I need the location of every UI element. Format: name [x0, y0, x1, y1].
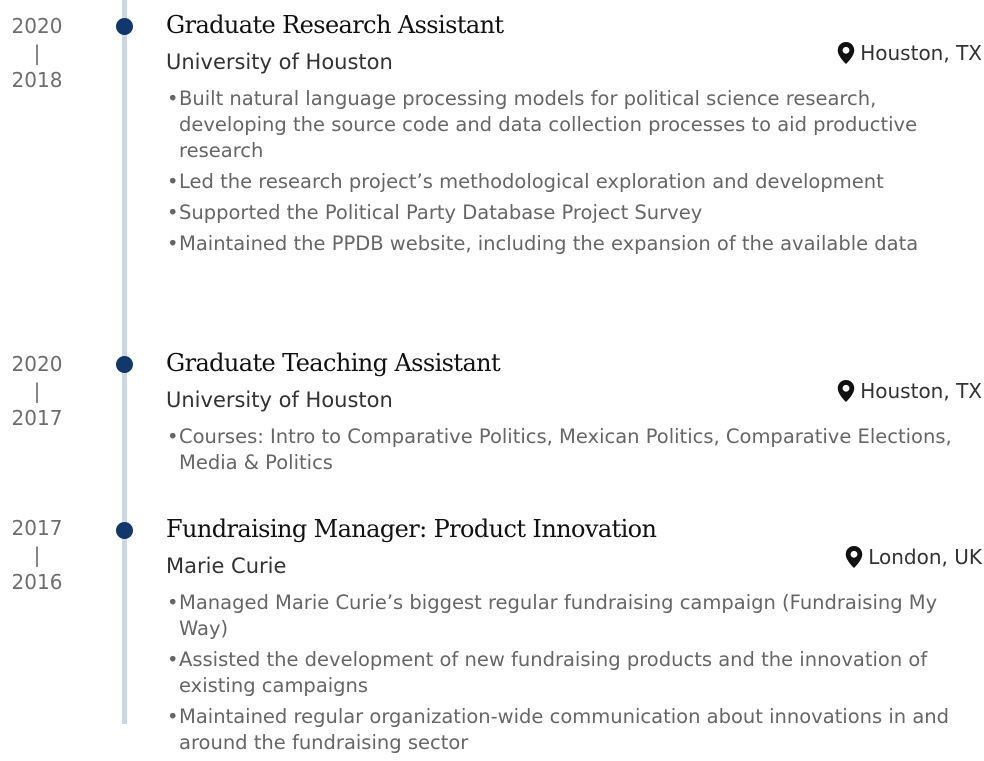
date-start: 2020 — [11, 352, 63, 376]
date-range: 2017 | 2016 — [0, 515, 74, 596]
organization: University of Houston — [166, 50, 393, 74]
bullet-list: Built natural language processing models… — [166, 86, 982, 262]
map-marker-icon — [845, 546, 863, 568]
date-start: 2017 — [11, 516, 63, 540]
job-title: Fundraising Manager: Product Innovation — [166, 515, 657, 543]
date-end: 2018 — [11, 68, 63, 92]
list-item: Assisted the development of new fundrais… — [166, 647, 982, 699]
list-item: Managed Marie Curie’s biggest regular fu… — [166, 590, 982, 642]
list-item: Courses: Intro to Comparative Politics, … — [166, 424, 982, 476]
list-item: Supported the Political Party Database P… — [166, 200, 982, 226]
timeline-dot — [116, 18, 133, 35]
job-title: Graduate Research Assistant — [166, 11, 504, 39]
location-text: London, UK — [868, 545, 982, 569]
location: London, UK — [845, 543, 982, 571]
date-end: 2016 — [11, 570, 63, 594]
list-item: Led the research project’s methodologica… — [166, 169, 982, 195]
date-separator: | — [33, 543, 41, 567]
date-end: 2017 — [11, 406, 63, 430]
date-start: 2020 — [11, 14, 63, 38]
map-marker-icon — [837, 42, 855, 64]
location: Houston, TX — [837, 377, 982, 405]
date-separator: | — [33, 41, 41, 65]
list-item: Maintained regular organization-wide com… — [166, 704, 982, 756]
location: Houston, TX — [837, 39, 982, 67]
date-separator: | — [33, 379, 41, 403]
bullet-list: Managed Marie Curie’s biggest regular fu… — [166, 590, 982, 761]
organization: Marie Curie — [166, 554, 287, 578]
timeline-dot — [116, 522, 133, 539]
job-title: Graduate Teaching Assistant — [166, 349, 501, 377]
date-range: 2020 | 2017 — [0, 351, 74, 432]
map-marker-icon — [837, 380, 855, 402]
location-text: Houston, TX — [860, 379, 982, 403]
timeline-dot — [116, 356, 133, 373]
location-text: Houston, TX — [860, 41, 982, 65]
date-range: 2020 | 2018 — [0, 13, 74, 94]
list-item: Built natural language processing models… — [166, 86, 982, 164]
organization: University of Houston — [166, 388, 393, 412]
bullet-list: Courses: Intro to Comparative Politics, … — [166, 424, 982, 481]
list-item: Maintained the PPDB website, including t… — [166, 231, 982, 257]
